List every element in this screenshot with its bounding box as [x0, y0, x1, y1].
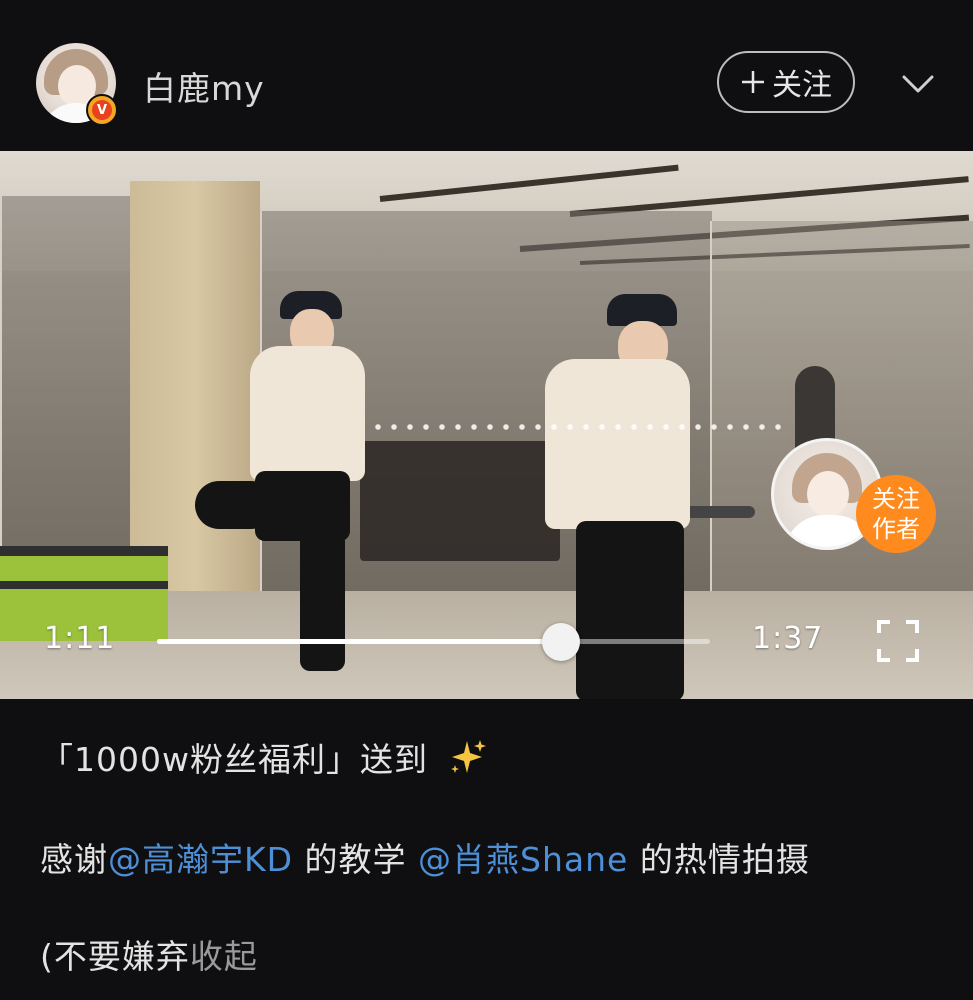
progress-bar[interactable] — [157, 639, 710, 644]
fullscreen-icon[interactable] — [876, 619, 920, 663]
dotted-marker-line — [370, 423, 790, 431]
follow-author-button[interactable]: 关注 作者 — [856, 475, 936, 553]
plus-icon — [742, 71, 764, 93]
verified-badge-label: V — [92, 100, 112, 120]
chevron-down-icon[interactable] — [900, 66, 936, 102]
progress-fill — [157, 639, 561, 644]
caption-extra: (不要嫌弃 — [40, 937, 190, 976]
weight-bench — [680, 506, 755, 518]
username[interactable]: 白鹿my — [143, 62, 265, 110]
caption-line-2: 感谢@高瀚宇KD 的教学 @肖燕Shane 的热情拍摄 — [40, 833, 940, 881]
follow-button[interactable]: 关注 — [717, 51, 855, 113]
mention-link-2[interactable]: @肖燕Shane — [418, 840, 628, 879]
caption-title: 「1000w粉丝福利」送到 — [40, 740, 428, 779]
caption-filming: 的热情拍摄 — [628, 840, 810, 879]
duration-time: 1:37 — [752, 621, 824, 656]
current-time: 1:11 — [44, 621, 116, 656]
follow-button-label: 关注 — [772, 68, 832, 103]
mention-link-1[interactable]: @高瀚宇KD — [108, 840, 293, 879]
sparkles-icon — [451, 740, 487, 773]
dumbbell-rack — [360, 441, 560, 561]
follow-author-label-2: 作者 — [872, 515, 920, 543]
caption-thanks: 感谢 — [40, 840, 108, 879]
caption-teaching: 的教学 — [293, 840, 419, 879]
post-header: V 白鹿my 关注 — [0, 0, 973, 150]
wall-pillar — [130, 181, 260, 601]
collapse-link[interactable]: 收起 — [190, 937, 258, 976]
caption-line-1: 「1000w粉丝福利」送到 — [40, 733, 940, 781]
follow-author-label-1: 关注 — [872, 485, 920, 513]
caption-line-3: (不要嫌弃收起 — [40, 930, 940, 978]
wall-mirror — [0, 196, 132, 591]
video-player[interactable]: 关注 作者 1:11 1:37 — [0, 151, 973, 699]
progress-knob[interactable] — [542, 623, 580, 661]
verified-badge: V — [86, 94, 118, 126]
